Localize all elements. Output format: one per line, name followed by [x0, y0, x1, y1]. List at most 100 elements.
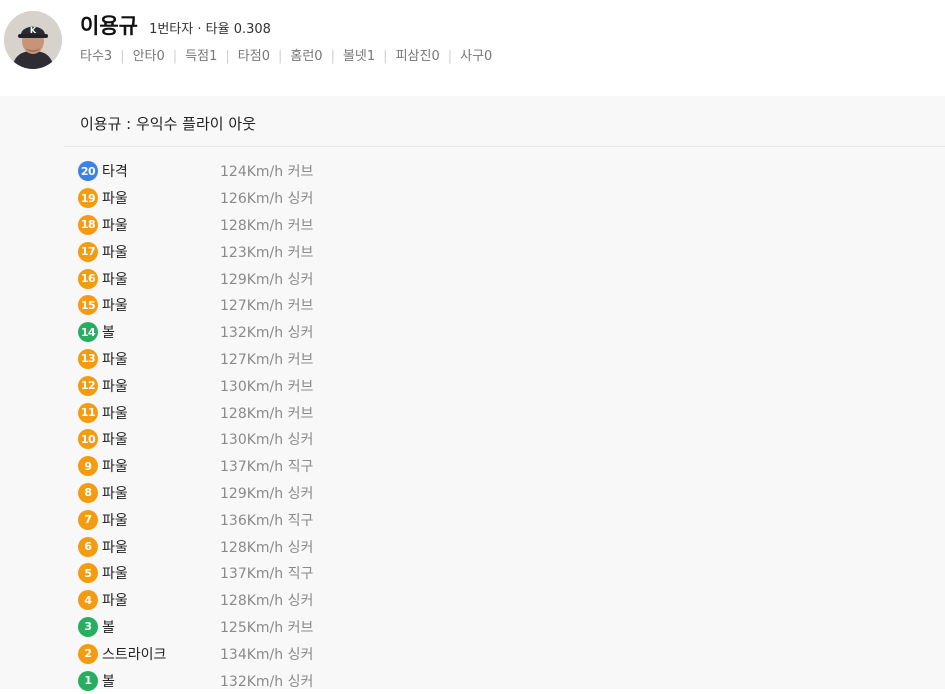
pitch-detail: 130Km/h 커브 [220, 376, 313, 396]
pitch-result: 파울 [102, 459, 128, 476]
avg-label: 타율 [205, 22, 230, 37]
pitch-type: 싱커 [287, 485, 314, 502]
stat-item: 안타0 [133, 45, 165, 64]
at-bat-panel: 이용규 : 우익수 플라이 아웃 20 타격 124Km/h 커브 19 파울 126Km… [0, 96, 945, 691]
pitch-row: 4 파울 128Km/h 싱커 [78, 587, 313, 614]
divider [64, 146, 945, 147]
stat-label: 볼넷 [342, 49, 367, 64]
player-stats: 타수3 | 안타0 | 득점1 | 타점0 | 홈런0 | 볼넷1 | 피삼진0 | 사구0 [80, 45, 492, 64]
pitch-speed: 136Km/h [220, 512, 284, 529]
pitch-speed: 126Km/h [220, 191, 284, 208]
pitch-result: 파울 [102, 539, 128, 556]
pitch-type: 직구 [287, 459, 314, 476]
pitch-detail: 137Km/h 직구 [220, 563, 313, 583]
stat-separator: | [330, 49, 335, 64]
pitch-list: 20 타격 124Km/h 커브 19 파울 126Km/h 싱커 18 파울 128Km/h … [78, 158, 313, 694]
pitch-row: 20 타격 124Km/h 커브 [78, 158, 313, 185]
pitch-detail: 132Km/h 싱커 [220, 671, 313, 691]
pitch-number-badge: 10 [78, 429, 98, 450]
stat-label: 타수 [80, 49, 104, 64]
pitch-speed: 132Km/h [220, 325, 284, 342]
pitch-type: 싱커 [287, 191, 314, 208]
pitch-number-badge: 12 [78, 375, 98, 396]
pitch-type: 싱커 [287, 325, 314, 342]
pitch-number-badge: 9 [78, 456, 98, 477]
pitch-row: 8 파울 129Km/h 싱커 [78, 480, 313, 507]
pitch-row: 6 파울 128Km/h 싱커 [78, 533, 313, 560]
pitch-type: 싱커 [287, 432, 314, 449]
pitch-detail: 127Km/h 커브 [220, 295, 313, 315]
pitch-type: 싱커 [287, 271, 314, 288]
pitch-result: 파울 [102, 378, 128, 395]
stat-item: 타점0 [238, 45, 270, 64]
pitch-type: 커브 [287, 619, 314, 636]
pitch-number-badge: 7 [78, 509, 98, 530]
stat-item: 볼넷1 [343, 45, 375, 64]
pitch-type: 커브 [287, 164, 314, 181]
stat-value: 0 [431, 49, 440, 64]
pitch-type: 직구 [287, 512, 314, 529]
pitch-row: 18 파울 128Km/h 커브 [78, 212, 313, 239]
svg-text:K: K [30, 26, 37, 35]
pitch-type: 커브 [287, 351, 314, 368]
pitch-number-badge: 18 [78, 214, 98, 235]
pitch-result: 파울 [102, 244, 128, 261]
pitch-result: 파울 [102, 432, 128, 449]
pitch-detail: 128Km/h 커브 [220, 403, 313, 423]
player-photo-icon: K [4, 11, 62, 69]
pitch-number-badge: 1 [78, 670, 98, 691]
stat-separator: | [120, 49, 125, 64]
pitch-number-badge: 2 [78, 643, 98, 664]
pitch-result: 타격 [102, 164, 128, 181]
pitch-row: 11 파울 128Km/h 커브 [78, 399, 313, 426]
stat-separator: | [383, 49, 388, 64]
pitch-type: 싱커 [287, 646, 314, 663]
pitch-result: 파울 [102, 298, 128, 315]
pitch-row: 2 스트라이크 134Km/h 싱커 [78, 640, 313, 667]
pitch-number-badge: 19 [78, 188, 98, 209]
pitch-detail: 128Km/h 커브 [220, 215, 313, 235]
pitch-speed: 134Km/h [220, 646, 284, 663]
pitch-type: 커브 [287, 378, 314, 395]
pitch-row: 12 파울 130Km/h 커브 [78, 372, 313, 399]
pitch-detail: 134Km/h 싱커 [220, 644, 313, 664]
at-bat-result: 이용규 : 우익수 플라이 아웃 [80, 115, 256, 133]
pitch-speed: 137Km/h [220, 566, 284, 583]
pitch-row: 10 파울 130Km/h 싱커 [78, 426, 313, 453]
pitch-detail: 129Km/h 싱커 [220, 269, 313, 289]
batting-order: 1번타자 [149, 22, 194, 37]
pitch-type: 커브 [287, 298, 314, 315]
pitch-speed: 127Km/h [220, 351, 284, 368]
pitch-row: 5 파울 137Km/h 직구 [78, 560, 313, 587]
pitch-result: 볼 [102, 325, 115, 342]
stat-value: 1 [366, 49, 376, 64]
stat-label: 득점 [185, 49, 210, 64]
pitch-row: 15 파울 127Km/h 커브 [78, 292, 313, 319]
pitch-speed: 137Km/h [220, 459, 284, 476]
pitch-type: 커브 [287, 244, 314, 261]
pitch-row: 3 볼 125Km/h 커브 [78, 614, 313, 641]
pitch-type: 직구 [287, 566, 314, 583]
pitch-row: 14 볼 132Km/h 싱커 [78, 319, 313, 346]
pitch-result: 파울 [102, 593, 128, 610]
pitch-speed: 130Km/h [220, 378, 284, 395]
pitch-detail: 137Km/h 직구 [220, 456, 313, 476]
pitch-detail: 125Km/h 커브 [220, 617, 313, 637]
pitch-number-badge: 3 [78, 616, 98, 637]
pitch-speed: 130Km/h [220, 432, 284, 449]
pitch-speed: 128Km/h [220, 593, 284, 610]
stat-separator: | [447, 49, 453, 64]
player-title-line: 이용규 1번타자 · 타율 0.308 [80, 10, 271, 40]
stat-label: 사구 [460, 49, 485, 64]
pitch-row: 17 파울 123Km/h 커브 [78, 238, 313, 265]
pitch-row: 9 파울 137Km/h 직구 [78, 453, 313, 480]
pitch-row: 13 파울 127Km/h 커브 [78, 346, 313, 373]
pitch-result: 파울 [102, 351, 128, 368]
player-name[interactable]: 이용규 [80, 14, 138, 38]
stat-value: 3 [103, 49, 113, 64]
pitch-result: 파울 [102, 191, 128, 208]
pitch-number-badge: 14 [78, 322, 98, 343]
pitch-speed: 129Km/h [220, 271, 284, 288]
pitch-type: 커브 [287, 217, 314, 234]
pitch-speed: 125Km/h [220, 619, 284, 636]
